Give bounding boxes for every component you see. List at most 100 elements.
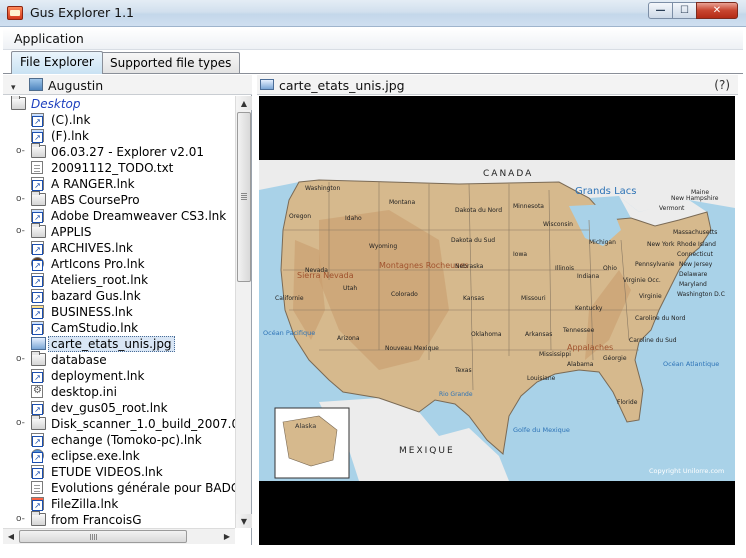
tree-node-desktop[interactable]: Desktop [3,96,235,112]
tree-node[interactable]: o-from FrancoisG [3,511,235,528]
expand-toggle-icon[interactable]: o- [16,514,25,524]
state-label: Rhode Island [677,241,716,248]
tree-node[interactable]: 20091112_TODO.txt [3,160,235,176]
scroll-right-icon[interactable]: ▶ [219,529,235,544]
state-label: Arkansas [525,331,552,338]
label-pacific: Océan Pacifique [263,329,315,337]
preview-header: carte_etats_unis.jpg (?) [257,75,738,95]
tree-node[interactable]: BUSINESS.lnk [3,304,235,320]
desktop-folder-icon [11,96,26,110]
tree-node[interactable]: ETUDE VIDEOS.lnk [3,464,235,480]
tree-node[interactable]: (F).lnk [3,128,235,144]
shortcut-icon [31,321,44,335]
minimize-button[interactable]: — [648,2,673,19]
folder-icon [31,415,46,430]
state-label: Tennessee [562,327,595,334]
expand-toggle-icon[interactable]: o- [16,146,25,156]
tree-node[interactable]: A RANGER.lnk [3,176,235,192]
tree-node-label: FileZilla.lnk [51,497,119,511]
state-label: Wisconsin [543,221,573,228]
tree-horizontal-scrollbar[interactable]: ◀ ▶ [3,528,235,544]
tree-node[interactable]: FileZilla.lnk [3,496,235,512]
file-tree-pane: ▾ Augustin Desktop (C).lnk (F).lnk o- 06.03.… [3,75,252,545]
shortcut-icon [31,449,44,463]
horizontal-scroll-thumb[interactable] [19,530,187,543]
tree-node[interactable]: carte_etats_unis.jpg [3,336,235,352]
label-appalachians: Appalaches [567,343,613,352]
tree-node[interactable]: CamStudio.lnk [3,320,235,336]
tree-root-label[interactable]: Augustin [48,78,103,93]
image-file-icon [31,337,46,350]
tree-node[interactable]: deployment.lnk [3,368,235,384]
tree-node[interactable]: Adobe Dreamweaver CS3.lnk [3,208,235,224]
tab-file-explorer[interactable]: File Explorer [11,51,103,74]
shortcut-icon [31,113,44,127]
tree-node[interactable]: o- 06.03.27 - Explorer v2.01 [3,143,235,160]
vertical-scroll-thumb[interactable] [237,112,251,282]
maximize-button[interactable]: ☐ [672,2,697,19]
shortcut-icon [31,497,44,511]
expand-toggle-icon[interactable]: o- [16,226,25,236]
preview-file-name: carte_etats_unis.jpg [279,78,405,93]
state-label: Indiana [577,273,600,280]
collapse-handle-icon[interactable]: ▾ [11,83,16,93]
shortcut-icon [31,369,44,383]
shortcut-icon [31,433,44,447]
state-label: Arizona [337,335,360,342]
state-label: Caroline du Sud [629,337,677,344]
folder-icon [31,143,46,158]
scroll-down-icon[interactable]: ▼ [236,514,252,528]
expand-toggle-icon[interactable]: o- [16,354,25,364]
folder-icon [31,223,46,238]
title-bar: Gus Explorer 1.1 — ☐ ✕ [0,0,746,27]
state-label: Washington D.C [677,291,725,298]
settings-file-icon [31,385,43,398]
tree-node[interactable]: o- APPLIS [3,223,235,240]
tree-node[interactable]: eclipse.exe.lnk [3,448,235,464]
usa-map-image: CANADA Grands Lacs MEXIQUE Sierra Nevada… [259,160,735,481]
tree-node-label: echange (Tomoko-pc).lnk [51,433,202,447]
close-button[interactable]: ✕ [696,2,738,19]
shortcut-icon [31,289,44,303]
tree-vertical-scrollbar[interactable]: ▲ ▼ [235,96,252,528]
preview-pane: carte_etats_unis.jpg (?) CANADA Grands L… [257,75,738,545]
tree-node[interactable]: Ateliers_root.lnk [3,272,235,288]
expand-toggle-icon[interactable]: o- [16,194,25,204]
state-label: Maryland [679,281,707,288]
state-label: Nevada [305,267,328,274]
menu-application[interactable]: Application [14,31,84,46]
label-copyright: Copyright Unilorre.com [649,467,724,475]
state-label: Massachusetts [673,229,717,236]
tree-node[interactable]: dev_gus05_root.lnk [3,400,235,416]
tree-node[interactable]: o-database [3,351,235,368]
tree-node[interactable]: o- ABS CoursePro [3,191,235,208]
scroll-up-icon[interactable]: ▲ [236,96,252,110]
tree-node-label: ABS CoursePro [51,193,140,207]
tree-node[interactable]: echange (Tomoko-pc).lnk [3,432,235,448]
image-viewer: CANADA Grands Lacs MEXIQUE Sierra Nevada… [259,96,735,545]
help-button[interactable]: (?) [714,78,730,92]
state-label: Louisiane [527,375,556,382]
tree-node-label: CamStudio.lnk [51,321,139,335]
tree-node[interactable]: bazard Gus.lnk [3,288,235,304]
tree-node[interactable]: desktop.ini [3,384,235,400]
state-label: Colorado [391,291,418,298]
state-label: Géorgie [603,355,627,362]
label-atlantic: Océan Atlantique [663,360,719,368]
tree-node[interactable]: (C).lnk [3,112,235,128]
folder-icon [31,351,46,366]
scroll-left-icon[interactable]: ◀ [3,529,19,544]
state-label: Virginie Occ. [623,277,661,284]
tree-node-label: 06.03.27 - Explorer v2.01 [51,145,204,159]
tab-supported-file-types[interactable]: Supported file types [101,52,241,73]
label-great-lakes: Grands Lacs [575,186,636,197]
expand-toggle-icon[interactable]: o- [16,418,25,428]
state-label: New York [647,241,675,248]
tree-node[interactable]: o- Disk_scanner_1.0_build_2007.0 [3,415,235,432]
tree-node[interactable]: ARCHIVES.lnk [3,240,235,256]
tree-node[interactable]: Evolutions générale pour BADGE [3,480,235,496]
text-file-icon [31,161,43,174]
user-folder-icon [29,78,43,91]
state-label: Nouveau Mexique [385,345,439,352]
tree-node[interactable]: ArtIcons Pro.lnk [3,256,235,272]
